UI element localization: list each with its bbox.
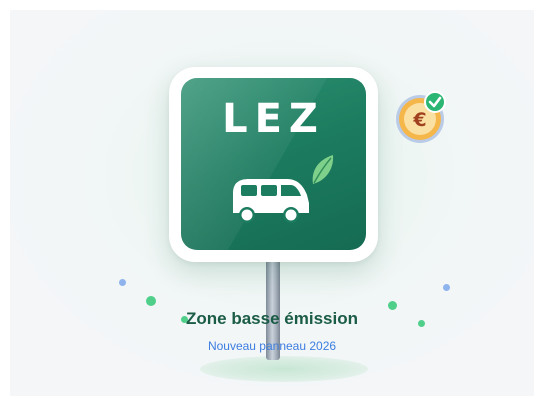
lez-sign: LEZ xyxy=(181,78,366,250)
decor-dot xyxy=(119,279,126,286)
van-icon xyxy=(233,179,309,223)
sign-label: LEZ xyxy=(222,96,325,142)
leaf-icon xyxy=(312,155,334,184)
ground-shadow xyxy=(200,356,368,382)
svg-text:€: € xyxy=(412,109,426,131)
caption-subtitle: Nouveau panneau 2026 xyxy=(207,339,337,353)
caption-title: Zone basse émission xyxy=(186,309,358,328)
euro-coin-icon: € xyxy=(396,91,446,143)
decor-dot xyxy=(443,284,450,291)
decor-dot xyxy=(146,296,156,306)
check-badge-icon xyxy=(424,91,446,113)
